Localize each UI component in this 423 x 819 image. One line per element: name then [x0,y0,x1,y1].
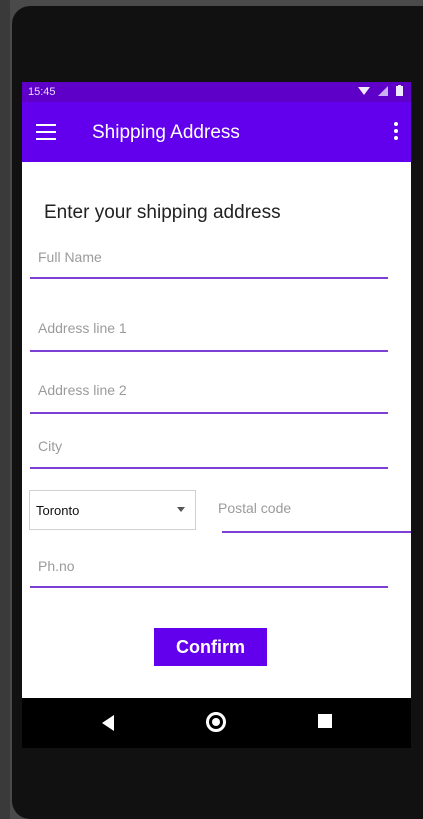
city-placeholder: City [38,438,63,454]
city-select[interactable]: Toronto [29,490,196,530]
app-bar-title: Shipping Address [92,122,240,143]
postal-code-placeholder: Postal code [218,500,292,516]
full-name-placeholder: Full Name [38,249,102,265]
address-line-1-underline [30,350,388,352]
phone-underline [30,586,388,588]
city-field[interactable]: City [30,428,388,470]
battery-icon [396,85,403,96]
address-line-2-field[interactable]: Address line 2 [30,374,388,416]
android-nav-bar [22,698,411,748]
full-name-underline [30,277,388,279]
confirm-button[interactable]: Confirm [154,628,267,666]
city-underline [30,467,388,469]
address-line-2-underline [30,412,388,414]
menu-icon[interactable] [36,124,56,140]
recents-icon[interactable] [318,714,332,728]
address-line-1-placeholder: Address line 1 [38,320,127,336]
app-bar: Shipping Address [22,102,411,162]
full-name-field[interactable]: Full Name [30,239,388,281]
form-heading: Enter your shipping address [44,202,281,223]
back-icon[interactable] [102,715,114,731]
app-screen: 15:45 Shipping Address Enter your shippi… [22,82,411,698]
emulator-edge [0,0,10,819]
signal-icon [378,85,388,96]
address-line-2-placeholder: Address line 2 [38,382,127,398]
postal-code-underline [222,531,411,533]
address-line-1-field[interactable]: Address line 1 [30,312,388,354]
status-icons [358,85,403,96]
wifi-icon [358,86,370,95]
home-icon[interactable] [206,712,226,732]
phone-placeholder: Ph.no [38,558,75,574]
more-vert-icon[interactable] [393,122,399,142]
status-time: 15:45 [28,86,56,98]
chevron-down-icon [177,507,185,512]
status-bar: 15:45 [22,82,411,102]
city-select-value: Toronto [36,503,80,518]
phone-field[interactable]: Ph.no [30,548,388,590]
